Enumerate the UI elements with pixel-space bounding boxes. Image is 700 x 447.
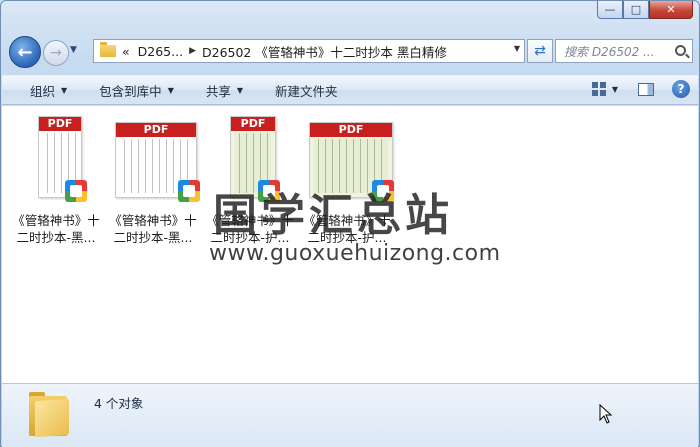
view-dropdown-icon[interactable]: ▼: [612, 85, 618, 94]
watermark-title: 国学汇总站: [213, 190, 453, 241]
forward-arrow-icon[interactable]: →: [43, 40, 69, 66]
chevron-down-icon: ▼: [167, 85, 174, 95]
file-name-line: 二时抄本-黑...: [16, 230, 96, 245]
pdf-app-icon: [178, 180, 200, 202]
file-name-line: 《管辂神书》十: [12, 213, 100, 228]
refresh-icon[interactable]: ⇄: [527, 39, 553, 63]
view-controls: ▼ ?: [591, 80, 690, 98]
caption-buttons: — □ ✕: [597, 1, 693, 19]
chevron-down-icon: ▼: [61, 85, 68, 95]
file-name: 《管辂神书》十 二时抄本-黑...: [105, 212, 201, 246]
folder-icon: [29, 390, 69, 438]
breadcrumb-overflow[interactable]: «: [122, 44, 130, 59]
explorer-window: — □ ✕ ← → ▼ « D265... ▶ D26502 《管辂神书》十二时…: [0, 0, 700, 447]
watermark-url: www.guoxuehuizong.com: [209, 241, 501, 266]
maximize-button[interactable]: □: [623, 1, 649, 19]
breadcrumb-item[interactable]: D26502 《管辂神书》十二时抄本 黑白精修: [202, 42, 447, 61]
close-button[interactable]: ✕: [649, 1, 693, 19]
breadcrumb-separator-icon[interactable]: ▶: [189, 46, 196, 56]
file-name: 《管辂神书》十 二时抄本-黑...: [8, 212, 104, 246]
command-bar: 组织 ▼ 包含到库中 ▼ 共享 ▼ 新建文件夹 ▼ ?: [2, 75, 698, 105]
preview-pane-icon[interactable]: [638, 82, 654, 96]
minimize-button[interactable]: —: [597, 1, 623, 19]
address-bar[interactable]: « D265... ▶ D26502 《管辂神书》十二时抄本 黑白精修 ▼: [93, 39, 525, 63]
help-icon[interactable]: ?: [672, 80, 690, 98]
pdf-app-icon: [65, 180, 87, 202]
pdf-label: PDF: [310, 123, 392, 137]
command-label: 组织: [30, 83, 56, 99]
folder-icon: [100, 42, 116, 57]
file-name-line: 《管辂神书》十: [109, 213, 197, 228]
back-arrow-icon[interactable]: ←: [9, 36, 41, 68]
history-dropdown-icon[interactable]: ▼: [70, 45, 84, 59]
pdf-label: PDF: [39, 117, 81, 131]
chevron-down-icon: ▼: [236, 85, 244, 95]
details-pane: 4 个对象: [2, 383, 698, 447]
file-name-line: 二时抄本-黑...: [113, 230, 193, 245]
change-view-icon[interactable]: [591, 82, 606, 96]
share-button[interactable]: 共享 ▼: [190, 81, 259, 100]
breadcrumb-item[interactable]: D265...: [138, 44, 183, 59]
search-input[interactable]: 搜索 D26502 ...: [555, 39, 693, 63]
command-label: 新建文件夹: [275, 83, 338, 99]
item-count: 4 个对象: [94, 396, 144, 411]
search-placeholder: 搜索 D26502 ...: [564, 44, 655, 59]
include-in-library-button[interactable]: 包含到库中 ▼: [83, 81, 190, 100]
organize-button[interactable]: 组织 ▼: [2, 81, 83, 100]
navigation-bar: ← → ▼ « D265... ▶ D26502 《管辂神书》十二时抄本 黑白精…: [9, 36, 693, 68]
address-dropdown-icon[interactable]: ▼: [514, 44, 520, 53]
search-icon: [675, 45, 686, 56]
pdf-label: PDF: [231, 117, 275, 131]
pdf-label: PDF: [116, 123, 196, 137]
command-label: 包含到库中: [99, 83, 162, 99]
new-folder-button[interactable]: 新建文件夹: [259, 81, 354, 100]
command-label: 共享: [205, 83, 231, 99]
